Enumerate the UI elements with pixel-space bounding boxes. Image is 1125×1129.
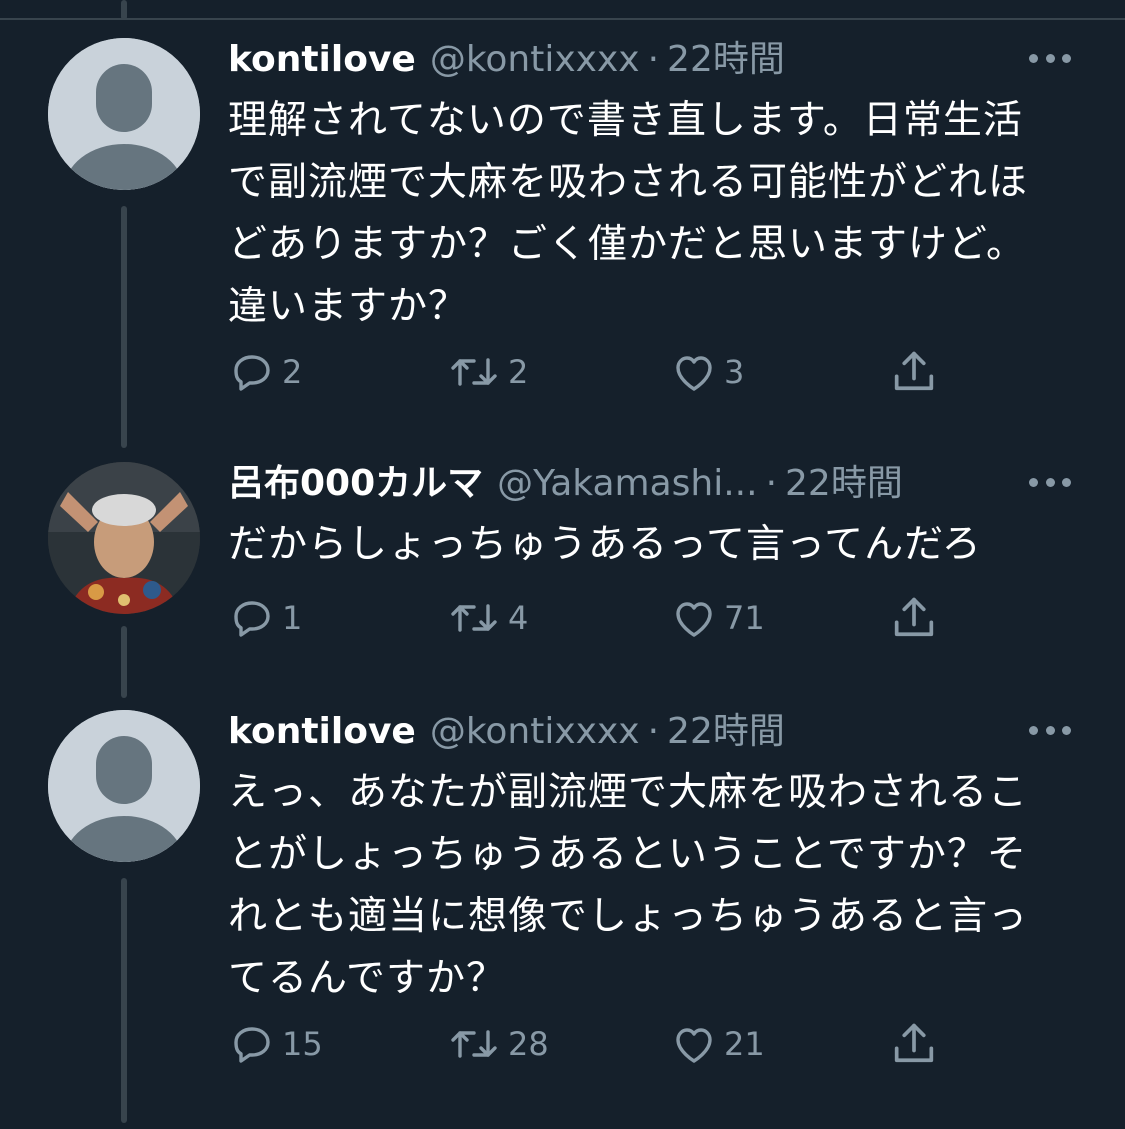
tweet-text: えっ、あなたが副流煙で大麻を吸わされるこ とがしょっちゅうあるということですか？…	[228, 762, 1085, 1010]
tweet-actions: 15 28 21	[228, 1014, 948, 1074]
retweet-icon	[451, 1030, 497, 1058]
tweet-header: kontilove @kontixxxx · 22時間	[228, 32, 1085, 88]
default-profile-icon	[48, 710, 200, 862]
like-count: 21	[724, 1025, 765, 1063]
reply-icon	[234, 601, 270, 637]
profile-photo	[48, 462, 200, 614]
like-button[interactable]: 71	[670, 588, 765, 648]
thread-line	[121, 0, 127, 20]
more-options-icon[interactable]	[1029, 44, 1071, 72]
tweet-text: だからしょっちゅうあるって言ってんだろ	[228, 514, 1085, 576]
thread-line	[121, 878, 127, 1123]
separator-dot: ·	[647, 39, 660, 80]
like-count: 3	[724, 353, 745, 391]
avatar[interactable]	[48, 462, 200, 614]
handle[interactable]: @kontixxxx	[430, 32, 640, 88]
like-count: 71	[724, 599, 765, 637]
reply-button[interactable]: 15	[228, 1014, 323, 1074]
tweet-text-line: えっ、あなたが副流煙で大麻を吸わされるこ	[228, 770, 1029, 815]
reply-icon	[234, 1027, 270, 1063]
thread-line	[121, 206, 127, 448]
separator-dot: ·	[765, 463, 778, 504]
avatar[interactable]	[48, 38, 200, 190]
timestamp[interactable]: 22時間	[785, 456, 903, 512]
display-name[interactable]: kontilove	[228, 704, 416, 760]
handle[interactable]: @Yakamashi...	[497, 456, 757, 512]
like-button[interactable]: 21	[670, 1014, 765, 1074]
retweet-icon	[451, 604, 497, 632]
tweet-text-line: れとも適当に想像でしょっちゅうあると言っ	[228, 894, 1029, 939]
reply-icon	[234, 355, 270, 391]
tweet-text-line: だからしょっちゅうあるって言ってんだろ	[228, 522, 982, 567]
display-name[interactable]: kontilove	[228, 32, 416, 88]
share-button[interactable]	[888, 588, 940, 648]
reply-button[interactable]: 1	[228, 588, 302, 648]
tweet-text-line: てるんですか？	[228, 956, 507, 1001]
more-options-icon[interactable]	[1029, 468, 1071, 496]
retweet-button[interactable]: 4	[446, 588, 528, 648]
share-icon	[894, 351, 934, 391]
tweet-header: kontilove @kontixxxx · 22時間	[228, 704, 1085, 760]
display-name[interactable]: 呂布000カルマ	[228, 456, 483, 512]
reply-button[interactable]: 2	[228, 342, 302, 402]
retweet-button[interactable]: 28	[446, 1014, 549, 1074]
separator-dot: ·	[647, 711, 660, 752]
share-icon	[894, 1023, 934, 1063]
tweet-actions: 1 4 71	[228, 588, 948, 648]
heart-icon	[676, 602, 712, 637]
tweet-text-line: とがしょっちゅうあるということですか？そ	[228, 832, 1027, 877]
retweet-count: 4	[508, 599, 529, 637]
tweet-text: 理解されてないので書き直します。日常生活 で副流煙で大麻を吸わされる可能性がどれ…	[228, 90, 1085, 338]
retweet-count: 2	[508, 353, 529, 391]
heart-icon	[676, 1028, 712, 1063]
retweet-icon	[451, 358, 497, 386]
handle[interactable]: @kontixxxx	[430, 704, 640, 760]
tweet-text-line: どありますか？ごく僅かだと思いますけど。	[228, 222, 1027, 267]
thread-line	[121, 626, 127, 698]
tweet-actions: 2 2 3	[228, 342, 948, 402]
timestamp[interactable]: 22時間	[667, 32, 785, 88]
retweet-button[interactable]: 2	[446, 342, 528, 402]
timestamp[interactable]: 22時間	[667, 704, 785, 760]
reply-count: 1	[282, 599, 303, 637]
tweet-content: kontilove @kontixxxx · 22時間 理解されてないので書き直…	[228, 32, 1085, 338]
tweet-text-line: 理解されてないので書き直します。日常生活	[228, 98, 1023, 143]
share-button[interactable]	[888, 342, 940, 402]
top-divider	[0, 18, 1125, 20]
tweet-text-line: 違いますか？	[228, 284, 469, 329]
reply-count: 15	[282, 1025, 323, 1063]
share-icon	[894, 597, 934, 637]
reply-count: 2	[282, 353, 303, 391]
tweet-text-line: で副流煙で大麻を吸わされる可能性がどれほ	[228, 160, 1029, 205]
tweet-content: 呂布000カルマ @Yakamashi... · 22時間 だからしょっちゅうあ…	[228, 456, 1085, 576]
heart-icon	[676, 356, 712, 391]
share-button[interactable]	[888, 1014, 940, 1074]
more-options-icon[interactable]	[1029, 716, 1071, 744]
tweet-header: 呂布000カルマ @Yakamashi... · 22時間	[228, 456, 1085, 512]
avatar[interactable]	[48, 710, 200, 862]
default-profile-icon	[48, 38, 200, 190]
retweet-count: 28	[508, 1025, 549, 1063]
tweet-content: kontilove @kontixxxx · 22時間 えっ、あなたが副流煙で大…	[228, 704, 1085, 1010]
like-button[interactable]: 3	[670, 342, 744, 402]
